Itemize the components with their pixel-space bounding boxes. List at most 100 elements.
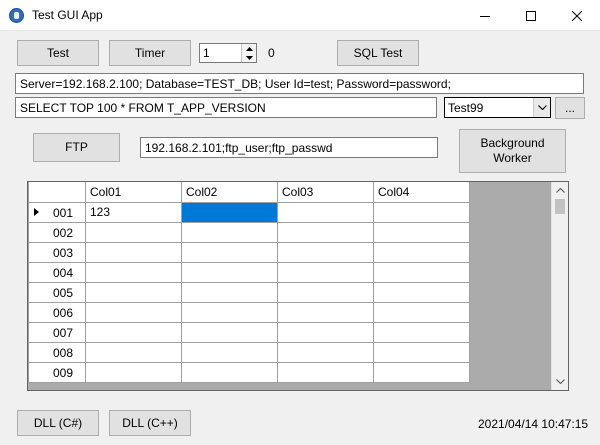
connection-string-input[interactable]: Server=192.168.2.100; Database=TEST_DB; …	[15, 73, 584, 94]
table-row[interactable]: 008	[28, 341, 470, 363]
stepper-up-icon[interactable]	[242, 44, 256, 53]
ftp-button[interactable]: FTP	[33, 133, 120, 162]
grid-header-row: Col01 Col02 Col03 Col04	[28, 182, 470, 203]
table-row[interactable]: 002	[28, 221, 470, 243]
grid-cell[interactable]	[277, 301, 374, 323]
timer-button[interactable]: Timer	[109, 40, 191, 66]
ftp-string-input[interactable]: 192.168.2.101;ftp_user;ftp_passwd	[140, 137, 438, 158]
grid-cell[interactable]	[181, 241, 278, 263]
stepper-down-icon[interactable]	[242, 53, 256, 62]
grid-cell[interactable]	[277, 201, 374, 223]
row-number: 009	[52, 365, 73, 380]
minimize-icon	[480, 15, 490, 17]
row-header[interactable]: 003	[28, 241, 86, 263]
table-row[interactable]: 001 123	[28, 201, 470, 223]
dll-cpp-button[interactable]: DLL (C++)	[109, 410, 191, 436]
grid-cell[interactable]	[373, 241, 470, 263]
grid-table: Col01 Col02 Col03 Col04 001 123 002 003 004 0…	[28, 182, 470, 383]
grid-cell[interactable]	[85, 341, 182, 363]
grid-corner-header[interactable]	[28, 182, 86, 203]
data-grid[interactable]: Col01 Col02 Col03 Col04 001 123 002 003 004 0…	[27, 181, 569, 391]
table-row[interactable]: 006	[28, 301, 470, 323]
grid-cell[interactable]	[181, 261, 278, 283]
grid-cell[interactable]	[373, 361, 470, 383]
grid-cell[interactable]	[85, 321, 182, 343]
sql-test-button[interactable]: SQL Test	[337, 40, 419, 66]
row-number: 006	[52, 305, 73, 320]
grid-cell[interactable]	[181, 301, 278, 323]
row-header[interactable]: 009	[28, 361, 86, 383]
grid-cell[interactable]	[373, 261, 470, 283]
dll-csharp-button[interactable]: DLL (C#)	[17, 410, 99, 436]
grid-cell[interactable]	[277, 221, 374, 243]
grid-cell[interactable]	[85, 301, 182, 323]
counter-label: 0	[268, 46, 275, 60]
grid-cell[interactable]: 123	[85, 201, 182, 223]
row-header[interactable]: 008	[28, 341, 86, 363]
grid-cell[interactable]	[85, 361, 182, 383]
grid-cell[interactable]	[277, 321, 374, 343]
grid-cell[interactable]	[85, 281, 182, 303]
column-header[interactable]: Col02	[181, 182, 278, 203]
browse-button[interactable]: ...	[555, 97, 585, 119]
bg-worker-label-line1: Background	[480, 136, 545, 150]
table-row[interactable]: 007	[28, 321, 470, 343]
scroll-up-icon[interactable]	[552, 182, 568, 199]
table-row[interactable]: 005	[28, 281, 470, 303]
grid-cell[interactable]	[85, 261, 182, 283]
grid-cell[interactable]	[373, 221, 470, 243]
grid-cell[interactable]	[277, 361, 374, 383]
row-header[interactable]: 005	[28, 281, 86, 303]
grid-cell[interactable]	[181, 281, 278, 303]
maximize-button[interactable]	[508, 0, 554, 31]
grid-cell[interactable]	[373, 321, 470, 343]
column-header[interactable]: Col04	[373, 182, 470, 203]
grid-cell[interactable]	[85, 241, 182, 263]
background-worker-button[interactable]: Background Worker	[459, 129, 566, 173]
grid-cell[interactable]	[277, 281, 374, 303]
close-button[interactable]	[554, 0, 600, 31]
db-combo-box[interactable]: Test99	[444, 97, 551, 118]
grid-cell[interactable]	[181, 361, 278, 383]
scroll-down-icon[interactable]	[552, 373, 568, 390]
sql-query-input[interactable]: SELECT TOP 100 * FROM T_APP_VERSION	[15, 97, 437, 118]
row-header[interactable]: 004	[28, 261, 86, 283]
number-stepper[interactable]: 1	[199, 43, 257, 63]
scrollbar-thumb[interactable]	[555, 199, 565, 214]
row-number: 005	[52, 285, 73, 300]
table-row[interactable]: 009	[28, 361, 470, 383]
table-row[interactable]: 004	[28, 261, 470, 283]
grid-cell[interactable]	[373, 281, 470, 303]
grid-cell[interactable]	[181, 321, 278, 343]
stepper-value: 1	[203, 46, 210, 60]
grid-cell[interactable]	[373, 301, 470, 323]
row-number: 002	[52, 225, 73, 240]
grid-cell[interactable]	[181, 201, 278, 223]
table-row[interactable]: 003	[28, 241, 470, 263]
test-button[interactable]: Test	[17, 40, 99, 66]
grid-cell[interactable]	[373, 201, 470, 223]
column-header[interactable]: Col03	[277, 182, 374, 203]
window-title: Test GUI App	[32, 8, 103, 22]
row-header[interactable]: 002	[28, 221, 86, 243]
grid-cell[interactable]	[181, 341, 278, 363]
row-header[interactable]: 001	[28, 201, 86, 223]
stepper-buttons[interactable]	[241, 44, 256, 62]
chevron-down-icon[interactable]	[533, 98, 550, 117]
current-row-icon	[34, 207, 39, 216]
row-number: 004	[52, 265, 73, 280]
row-number: 001	[52, 205, 73, 220]
grid-cell[interactable]	[373, 341, 470, 363]
grid-cell[interactable]	[277, 241, 374, 263]
row-header[interactable]: 006	[28, 301, 86, 323]
grid-cell[interactable]	[277, 341, 374, 363]
grid-cell[interactable]	[277, 261, 374, 283]
grid-vertical-scrollbar[interactable]	[551, 182, 568, 390]
grid-cell[interactable]	[181, 221, 278, 243]
minimize-button[interactable]	[462, 0, 508, 31]
row-header[interactable]: 007	[28, 321, 86, 343]
row-number: 008	[52, 345, 73, 360]
grid-cell[interactable]	[85, 221, 182, 243]
column-header[interactable]: Col01	[85, 182, 182, 203]
maximize-icon	[526, 10, 536, 21]
